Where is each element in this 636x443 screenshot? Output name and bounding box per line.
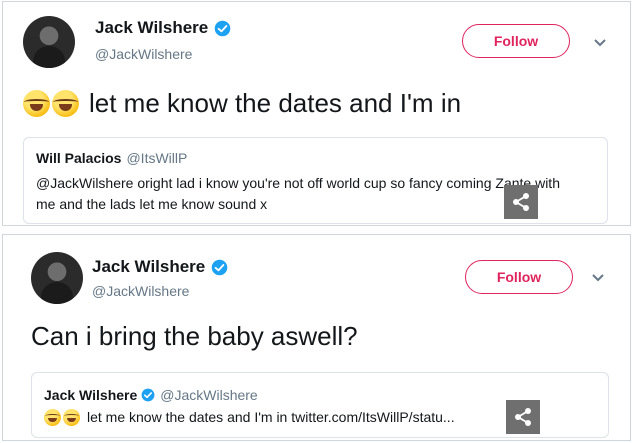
share-icon: [515, 408, 531, 426]
verified-badge-icon: [214, 20, 231, 36]
author-handle[interactable]: @JackWilshere: [92, 283, 189, 299]
tweet-text: let me know the dates and I'm in: [89, 88, 462, 118]
share-button[interactable]: [504, 185, 538, 219]
chevron-down-icon[interactable]: [593, 38, 607, 48]
tweet-card: Jack Wilshere @JackWilshere Follow Can i…: [2, 234, 631, 441]
quoted-author-handle: @ItsWillP: [126, 150, 188, 166]
tweet-text-row: let me know the dates and I'm in: [23, 88, 461, 119]
rolling-on-floor-laughing-icon: [63, 409, 80, 426]
quoted-text-row: let me know the dates and I'm in twitter…: [44, 407, 455, 428]
chevron-down-icon[interactable]: [591, 273, 605, 283]
quoted-author-name: Will Palacios: [36, 150, 122, 166]
verified-badge-icon: [141, 388, 155, 402]
quoted-text-line: me and the lads let me know sound x: [36, 196, 268, 212]
quoted-text: let me know the dates and I'm in twitter…: [87, 409, 455, 425]
avatar[interactable]: [23, 16, 75, 68]
author-handle[interactable]: @JackWilshere: [95, 46, 192, 62]
tweet-text-row: Can i bring the baby aswell?: [31, 321, 358, 352]
author-name[interactable]: Jack Wilshere: [92, 257, 205, 277]
quoted-author-handle: @JackWilshere: [160, 387, 258, 403]
tweet-card: Jack Wilshere @JackWilshere Follow let m…: [2, 1, 631, 226]
follow-button[interactable]: Follow: [462, 24, 570, 58]
rolling-on-floor-laughing-icon: [44, 409, 61, 426]
follow-button[interactable]: Follow: [465, 260, 573, 294]
quoted-text-line: @JackWilshere oright lad i know you're n…: [36, 175, 560, 191]
quoted-author-name: Jack Wilshere: [44, 387, 138, 403]
share-icon: [513, 193, 529, 211]
share-button[interactable]: [506, 400, 540, 434]
author-name[interactable]: Jack Wilshere: [95, 18, 208, 38]
rolling-on-floor-laughing-icon: [23, 90, 50, 117]
verified-badge-icon: [211, 259, 228, 275]
avatar[interactable]: [31, 252, 83, 304]
tweet-text: Can i bring the baby aswell?: [31, 321, 358, 351]
rolling-on-floor-laughing-icon: [52, 90, 79, 117]
